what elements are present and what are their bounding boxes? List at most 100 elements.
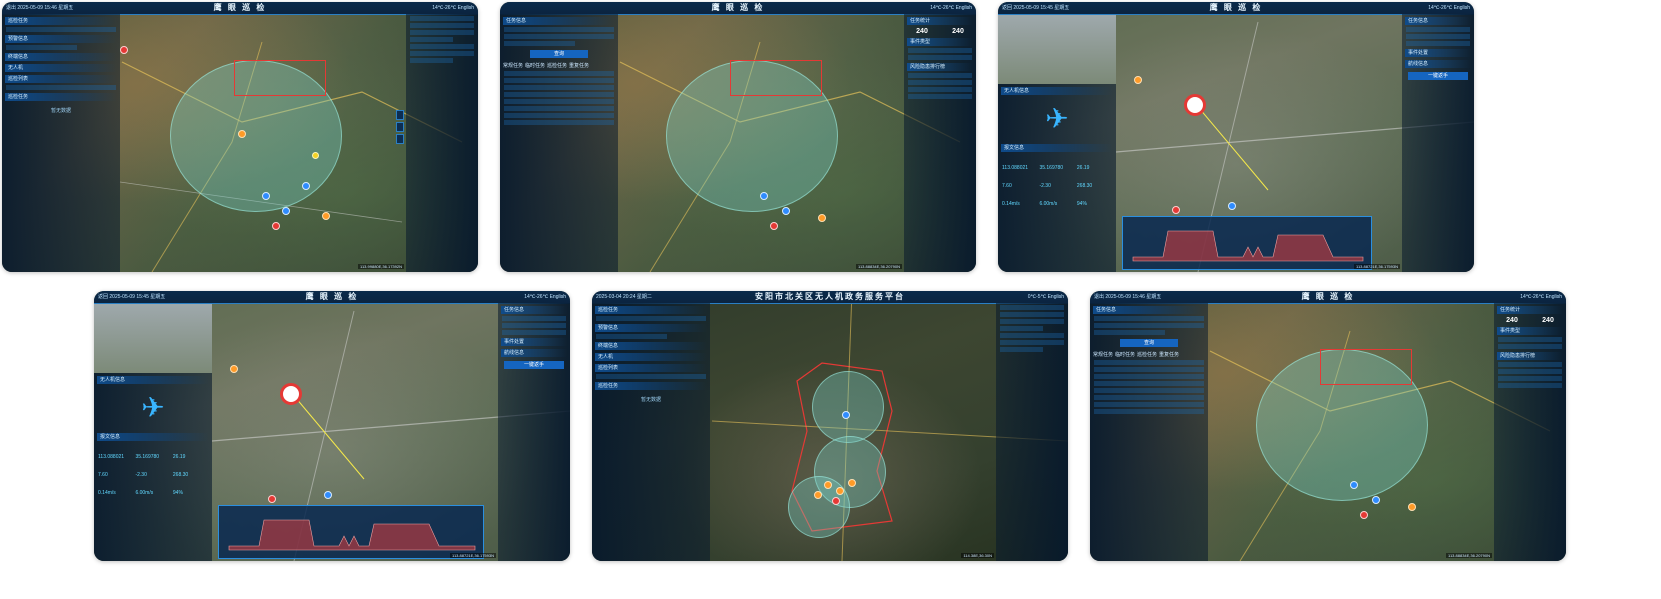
task-row[interactable] xyxy=(504,99,614,104)
map-marker[interactable] xyxy=(1372,496,1380,504)
map-marker[interactable] xyxy=(770,222,778,230)
form-row[interactable] xyxy=(504,34,614,39)
layer-row[interactable] xyxy=(410,58,454,63)
map-marker[interactable] xyxy=(1172,206,1180,214)
map-marker[interactable] xyxy=(230,365,238,373)
map-marker[interactable] xyxy=(262,192,270,200)
map-marker[interactable] xyxy=(1134,76,1142,84)
map-marker[interactable] xyxy=(832,497,840,505)
map-marker[interactable] xyxy=(1408,503,1416,511)
form-row[interactable] xyxy=(504,41,575,46)
return-home-button[interactable]: 一键返手 xyxy=(1408,72,1468,80)
layer-row[interactable] xyxy=(1000,340,1064,345)
form-row[interactable] xyxy=(504,27,614,32)
tab-repeat[interactable]: 重复任务 xyxy=(569,62,589,69)
weather-language[interactable]: 14℃-26℃ English xyxy=(1428,2,1470,14)
map-marker[interactable] xyxy=(268,495,276,503)
task-row[interactable] xyxy=(1094,367,1204,372)
coordinate-readout: 113.88834E,36.20790N xyxy=(1446,553,1492,558)
layer-button[interactable] xyxy=(396,134,404,144)
map-marker[interactable] xyxy=(272,222,280,230)
weather-language[interactable]: 14℃-26℃ English xyxy=(930,2,972,14)
map-marker[interactable] xyxy=(238,130,246,138)
section-header: 终端信息 xyxy=(595,342,707,350)
left-panel: 任务信息 查询 常规任务 临时任务 巡检任务 重复任务 xyxy=(500,14,618,272)
map-marker[interactable] xyxy=(760,192,768,200)
task-row[interactable] xyxy=(504,113,614,118)
form-row[interactable] xyxy=(1094,323,1204,328)
screen-card-1: 退出 2025-05-09 15:46 星期五 鹰 眼 巡 检 14℃-26℃ … xyxy=(2,2,478,272)
map-marker[interactable] xyxy=(302,182,310,190)
task-row[interactable] xyxy=(1094,388,1204,393)
layer-row[interactable] xyxy=(1000,333,1064,338)
query-button[interactable]: 查询 xyxy=(1120,339,1178,347)
form-row[interactable] xyxy=(1094,316,1204,321)
map-marker[interactable] xyxy=(836,487,844,495)
task-row[interactable] xyxy=(1094,381,1204,386)
map-marker[interactable] xyxy=(848,479,856,487)
map-marker[interactable] xyxy=(842,411,850,419)
form-row[interactable] xyxy=(1094,330,1165,335)
tab-regular[interactable]: 常规任务 xyxy=(503,62,523,69)
section-header[interactable]: 无人机 xyxy=(5,64,117,72)
section-header[interactable]: 无人机 xyxy=(595,353,707,361)
task-row[interactable] xyxy=(504,92,614,97)
list-row xyxy=(908,55,972,60)
section-header[interactable]: 巡检列表 xyxy=(5,75,117,83)
task-row[interactable] xyxy=(504,120,614,125)
weather-language[interactable]: 14℃-26℃ English xyxy=(432,2,474,14)
tab-regular[interactable]: 常规任务 xyxy=(1093,351,1113,358)
map-marker[interactable] xyxy=(282,207,290,215)
tab-inspection[interactable]: 巡检任务 xyxy=(547,62,567,69)
layer-row[interactable] xyxy=(410,30,474,35)
map-marker[interactable] xyxy=(120,46,128,54)
task-row[interactable] xyxy=(1094,360,1204,365)
return-home-button[interactable]: 一键返手 xyxy=(504,361,564,369)
map-marker[interactable] xyxy=(814,491,822,499)
layer-row[interactable] xyxy=(410,44,474,49)
section-header[interactable]: 巡检列表 xyxy=(595,364,707,372)
query-button[interactable]: 查询 xyxy=(530,50,588,58)
map-marker[interactable] xyxy=(322,212,330,220)
map-marker[interactable] xyxy=(1228,202,1236,210)
weather-language[interactable]: 0℃-5℃ English xyxy=(1028,291,1064,303)
map-marker[interactable] xyxy=(1350,481,1358,489)
task-row[interactable] xyxy=(1094,395,1204,400)
alarm-cluster[interactable] xyxy=(1184,94,1206,116)
weather-language[interactable]: 14℃-26℃ English xyxy=(1520,291,1562,303)
layer-row[interactable] xyxy=(1000,347,1044,352)
map-marker[interactable] xyxy=(312,152,319,159)
task-row[interactable] xyxy=(504,85,614,90)
task-row[interactable] xyxy=(504,71,614,76)
layer-row[interactable] xyxy=(1000,326,1044,331)
map-marker[interactable] xyxy=(1360,511,1368,519)
task-row[interactable] xyxy=(1094,402,1204,407)
task-row[interactable] xyxy=(504,106,614,111)
map-marker[interactable] xyxy=(818,214,826,222)
layer-row[interactable] xyxy=(410,23,474,28)
map-marker[interactable] xyxy=(824,481,832,489)
layer-row[interactable] xyxy=(1000,305,1064,310)
task-row[interactable] xyxy=(504,78,614,83)
map-marker[interactable] xyxy=(782,207,790,215)
task-row[interactable] xyxy=(1094,409,1204,414)
layer-row[interactable] xyxy=(410,51,474,56)
zoom-in-button[interactable] xyxy=(396,110,404,120)
tab-temporary[interactable]: 临时任务 xyxy=(1115,351,1135,358)
layer-row[interactable] xyxy=(410,37,454,42)
tab-inspection[interactable]: 巡检任务 xyxy=(1137,351,1157,358)
layer-row[interactable] xyxy=(1000,319,1064,324)
zoom-out-button[interactable] xyxy=(396,122,404,132)
alarm-cluster[interactable] xyxy=(280,383,302,405)
task-row[interactable] xyxy=(1094,374,1204,379)
layer-row[interactable] xyxy=(410,16,474,21)
layer-row[interactable] xyxy=(1000,312,1064,317)
tab-temporary[interactable]: 临时任务 xyxy=(525,62,545,69)
weather-language[interactable]: 14℃-26℃ English xyxy=(524,291,566,303)
map-marker[interactable] xyxy=(324,491,332,499)
info-row xyxy=(1406,41,1470,46)
right-panel xyxy=(406,14,478,272)
section-header: 终端信息 xyxy=(5,53,117,61)
tab-repeat[interactable]: 重复任务 xyxy=(1159,351,1179,358)
section-header: 航线信息 xyxy=(501,349,567,357)
